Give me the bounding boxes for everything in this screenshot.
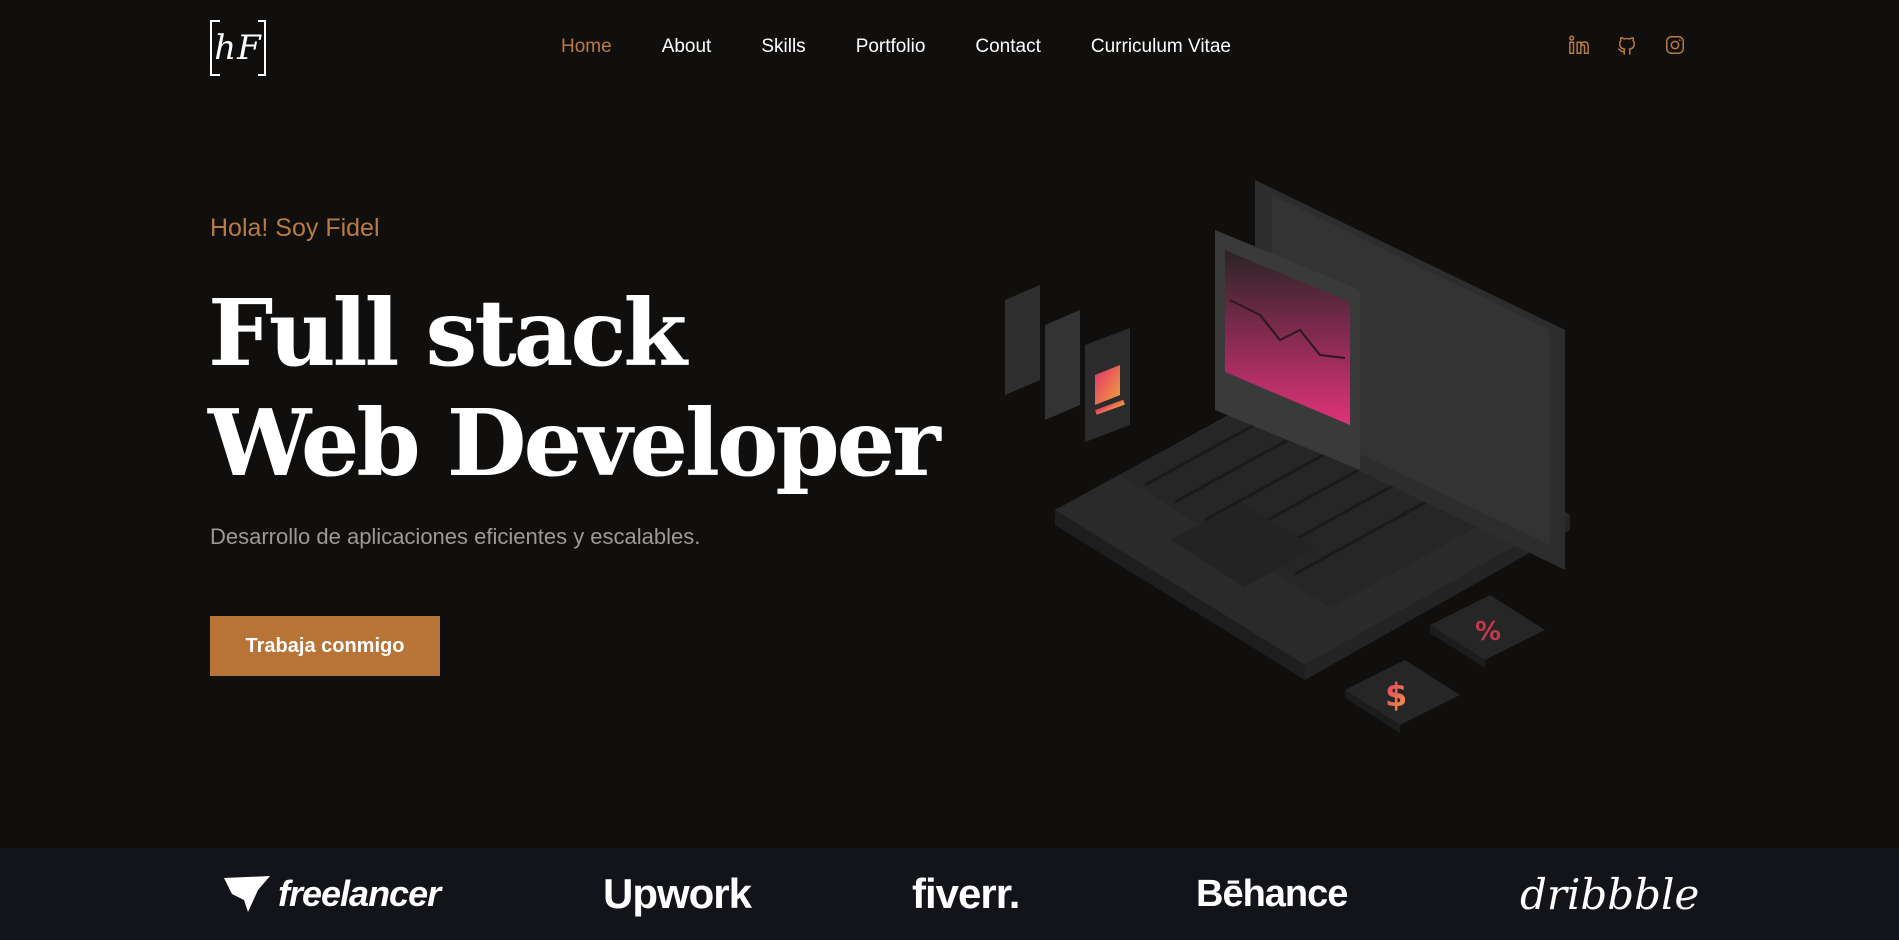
site-logo[interactable]: hF xyxy=(210,20,266,76)
hero-title: Full stack Web Developer xyxy=(208,278,941,498)
hero-title-line-2: Web Developer xyxy=(208,389,941,497)
main-menu: Home About Skills Portfolio Contact Curr… xyxy=(561,34,1281,60)
dribbble-logo[interactable]: dribbble xyxy=(1520,848,1699,940)
nav-contact-link[interactable]: Contact xyxy=(975,34,1040,60)
hero-title-line-1: Full stack xyxy=(208,279,687,387)
behance-logo[interactable]: Bēhance xyxy=(1196,848,1348,940)
logo-text: hF xyxy=(214,28,262,68)
freelancer-logo-text: freelancer xyxy=(278,873,441,914)
hero-greeting: Hola! Soy Fidel xyxy=(210,214,380,242)
nav-about-link[interactable]: About xyxy=(662,34,712,60)
github-icon[interactable] xyxy=(1616,34,1638,56)
nav-cv-link[interactable]: Curriculum Vitae xyxy=(1091,34,1231,60)
partners-strip: freelancer Upwork fiverr. Bēhance dribbb… xyxy=(0,848,1899,940)
social-links xyxy=(1568,34,1686,56)
nav-skills-link[interactable]: Skills xyxy=(761,34,805,60)
freelancer-bird-icon xyxy=(224,876,270,912)
work-with-me-button[interactable]: Trabaja conmigo xyxy=(210,616,440,676)
freelancer-logo[interactable]: freelancer xyxy=(222,848,441,940)
svg-text:%: % xyxy=(1475,617,1501,647)
nav-home-link[interactable]: Home xyxy=(561,34,612,60)
svg-text:$: $ xyxy=(1385,676,1407,714)
fiverr-logo[interactable]: fiverr. xyxy=(912,848,1020,940)
linkedin-icon[interactable] xyxy=(1568,34,1590,56)
top-navigation: hF Home About Skills Portfolio Contact C… xyxy=(0,0,1899,94)
instagram-icon[interactable] xyxy=(1664,34,1686,56)
nav-portfolio-link[interactable]: Portfolio xyxy=(856,34,926,60)
hero-subtitle: Desarrollo de aplicaciones eficientes y … xyxy=(210,524,701,549)
laptop-illustration: % $ xyxy=(990,140,1640,740)
upwork-logo[interactable]: Upwork xyxy=(603,848,752,940)
